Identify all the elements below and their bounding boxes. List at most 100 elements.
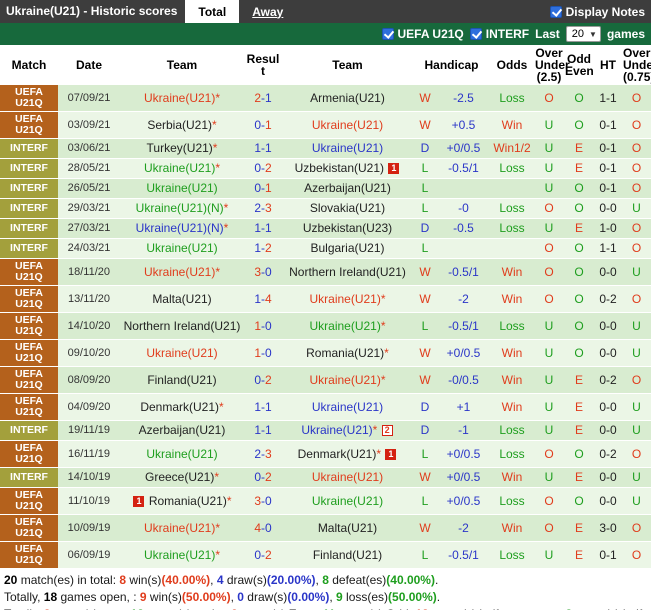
- home-advantage-star-icon: *: [380, 291, 386, 306]
- team-name: Finland(U21): [312, 547, 383, 562]
- red-card-badge-icon: 2: [381, 425, 393, 436]
- odds-result: Win: [490, 514, 535, 542]
- win-draw-loss: L: [413, 312, 437, 340]
- away-team: Ukraine(U21): [282, 487, 413, 515]
- win-draw-loss: W: [413, 111, 437, 139]
- handicap-value: -2.5: [437, 85, 491, 112]
- over-under-075: U: [622, 339, 651, 367]
- handicap-value: +1: [437, 393, 491, 421]
- odd-even: E: [564, 420, 595, 441]
- over-under-25: O: [534, 514, 565, 542]
- summary-segment: (0.00%): [287, 590, 330, 604]
- league-badge: UEFA U21Q: [0, 312, 58, 340]
- over-under-075: O: [622, 440, 651, 468]
- odd-even: O: [564, 238, 595, 259]
- home-advantage-star-icon: *: [215, 161, 221, 175]
- home-team: 1 Romania(U21)*: [120, 487, 244, 515]
- match-row: UEFA U21Q 04/09/20 Denmark(U21)* 1-1 Ukraine…: [0, 393, 651, 421]
- tab-total[interactable]: Total: [185, 0, 240, 23]
- team-name: Ukraine(U21): [143, 161, 216, 175]
- display-notes-checkbox-checked-icon[interactable]: [549, 5, 562, 18]
- half-time-score: 0-1: [594, 158, 623, 179]
- match-row: UEFA U21Q 14/10/20 Northern Ireland(U21) 1-…: [0, 312, 651, 340]
- odd-even: O: [564, 312, 595, 340]
- team-name: Ukraine(U21): [309, 291, 381, 306]
- away-team: Bulgaria(U21): [282, 238, 413, 259]
- handicap-value: [437, 238, 491, 259]
- games-count-select[interactable]: 20 ▼: [565, 26, 601, 42]
- odd-even: O: [564, 258, 595, 286]
- page-title: Ukraine(U21) - Historic scores: [6, 4, 178, 18]
- away-team: Uzbekistan(U23): [282, 218, 413, 239]
- over-under-075: U: [622, 312, 651, 340]
- over-under-25: U: [534, 393, 565, 421]
- team-name: Ukraine(U21): [143, 90, 216, 105]
- home-team: Greece(U21)*: [120, 467, 244, 488]
- over-under-075: O: [622, 178, 651, 199]
- match-date: 06/09/19: [58, 541, 120, 569]
- half-time-score: 1-1: [594, 238, 623, 259]
- over-under-075: O: [622, 514, 651, 542]
- half-time-score: 0-1: [594, 138, 623, 159]
- uefa-checkbox-checked-icon[interactable]: [381, 28, 394, 40]
- league-badge: UEFA U21Q: [0, 487, 58, 515]
- summary-segment: defeat(es): [328, 573, 387, 587]
- team-name: Ukraine(U21): [311, 470, 384, 484]
- odd-even: O: [564, 111, 595, 139]
- home-advantage-star-icon: *: [380, 372, 386, 387]
- team-name: Ukraine(U21): [311, 493, 384, 508]
- handicap-value: -0.5/1: [437, 258, 491, 286]
- odds-result: Loss: [490, 198, 535, 219]
- win-draw-loss: W: [413, 258, 437, 286]
- match-date: 07/09/21: [58, 85, 120, 112]
- home-team: Serbia(U21)*: [120, 111, 244, 139]
- handicap-value: -0.5: [437, 218, 491, 239]
- home-team: Azerbaijan(U21): [120, 420, 244, 441]
- over-under-25: O: [534, 238, 565, 259]
- red-card-badge-icon: 1: [385, 448, 397, 460]
- odd-even: O: [564, 440, 595, 468]
- home-advantage-star-icon: *: [376, 446, 381, 461]
- over-under-25: U: [534, 111, 565, 139]
- home-team: Ukraine(U21): [120, 238, 244, 259]
- odds-result: [490, 178, 535, 199]
- summary-line: Totally, 8 game(s) over, 12 game(s) unde…: [4, 606, 651, 610]
- interf-checkbox-checked-icon[interactable]: [469, 28, 482, 40]
- handicap-value: +0/0.5: [437, 467, 491, 488]
- away-team: Northern Ireland(U21): [282, 258, 413, 286]
- handicap-value: -0: [437, 198, 491, 219]
- league-badge: UEFA U21Q: [0, 258, 58, 286]
- match-date: 19/11/19: [58, 420, 120, 441]
- home-team: Ukraine(U21)(N)*: [120, 218, 244, 239]
- odd-even: O: [564, 198, 595, 219]
- matches-tbody: UEFA U21Q 07/09/21 Ukraine(U21)* 2-1 Armenia…: [0, 85, 651, 569]
- odd-even: E: [564, 541, 595, 569]
- over-under-25: U: [534, 541, 565, 569]
- result-score: 0-2: [244, 467, 282, 488]
- match-row: INTERF 29/03/21 Ukraine(U21)(N)* 2-3 Slovaki…: [0, 198, 651, 219]
- over-under-25: O: [534, 258, 565, 286]
- handicap-value: -0.5/1: [437, 158, 491, 179]
- odds-result: Win: [490, 111, 535, 139]
- win-draw-loss: L: [413, 238, 437, 259]
- away-team: Ukraine(U21): [282, 111, 413, 139]
- league-badge: INTERF: [0, 178, 58, 199]
- away-team: Slovakia(U21): [282, 198, 413, 219]
- over-under-075: O: [622, 541, 651, 569]
- summary-segment: games open, :: [57, 590, 140, 604]
- summary-segment: ,: [210, 573, 217, 587]
- title-bar: Ukraine(U21) - Historic scores Total Awa…: [0, 0, 651, 23]
- team-name: Azerbaijan(U21): [138, 423, 226, 437]
- odds-result: Loss: [490, 312, 535, 340]
- tab-away[interactable]: Away: [239, 0, 296, 23]
- match-row: INTERF 24/03/21 Ukraine(U21) 1-2 Bulgaria(U2…: [0, 238, 651, 259]
- team-name: Romania(U21): [306, 345, 385, 360]
- team-name: Uzbekistan(U21): [294, 161, 385, 175]
- home-advantage-star-icon: *: [380, 318, 386, 333]
- home-advantage-star-icon: *: [215, 547, 221, 562]
- match-row: UEFA U21Q 11/10/19 1 Romania(U21)* 3-0 Ukrai…: [0, 487, 651, 515]
- league-badge: UEFA U21Q: [0, 393, 58, 421]
- handicap-value: -2: [437, 514, 491, 542]
- league-badge: INTERF: [0, 218, 58, 239]
- result-score: 2-1: [244, 85, 282, 112]
